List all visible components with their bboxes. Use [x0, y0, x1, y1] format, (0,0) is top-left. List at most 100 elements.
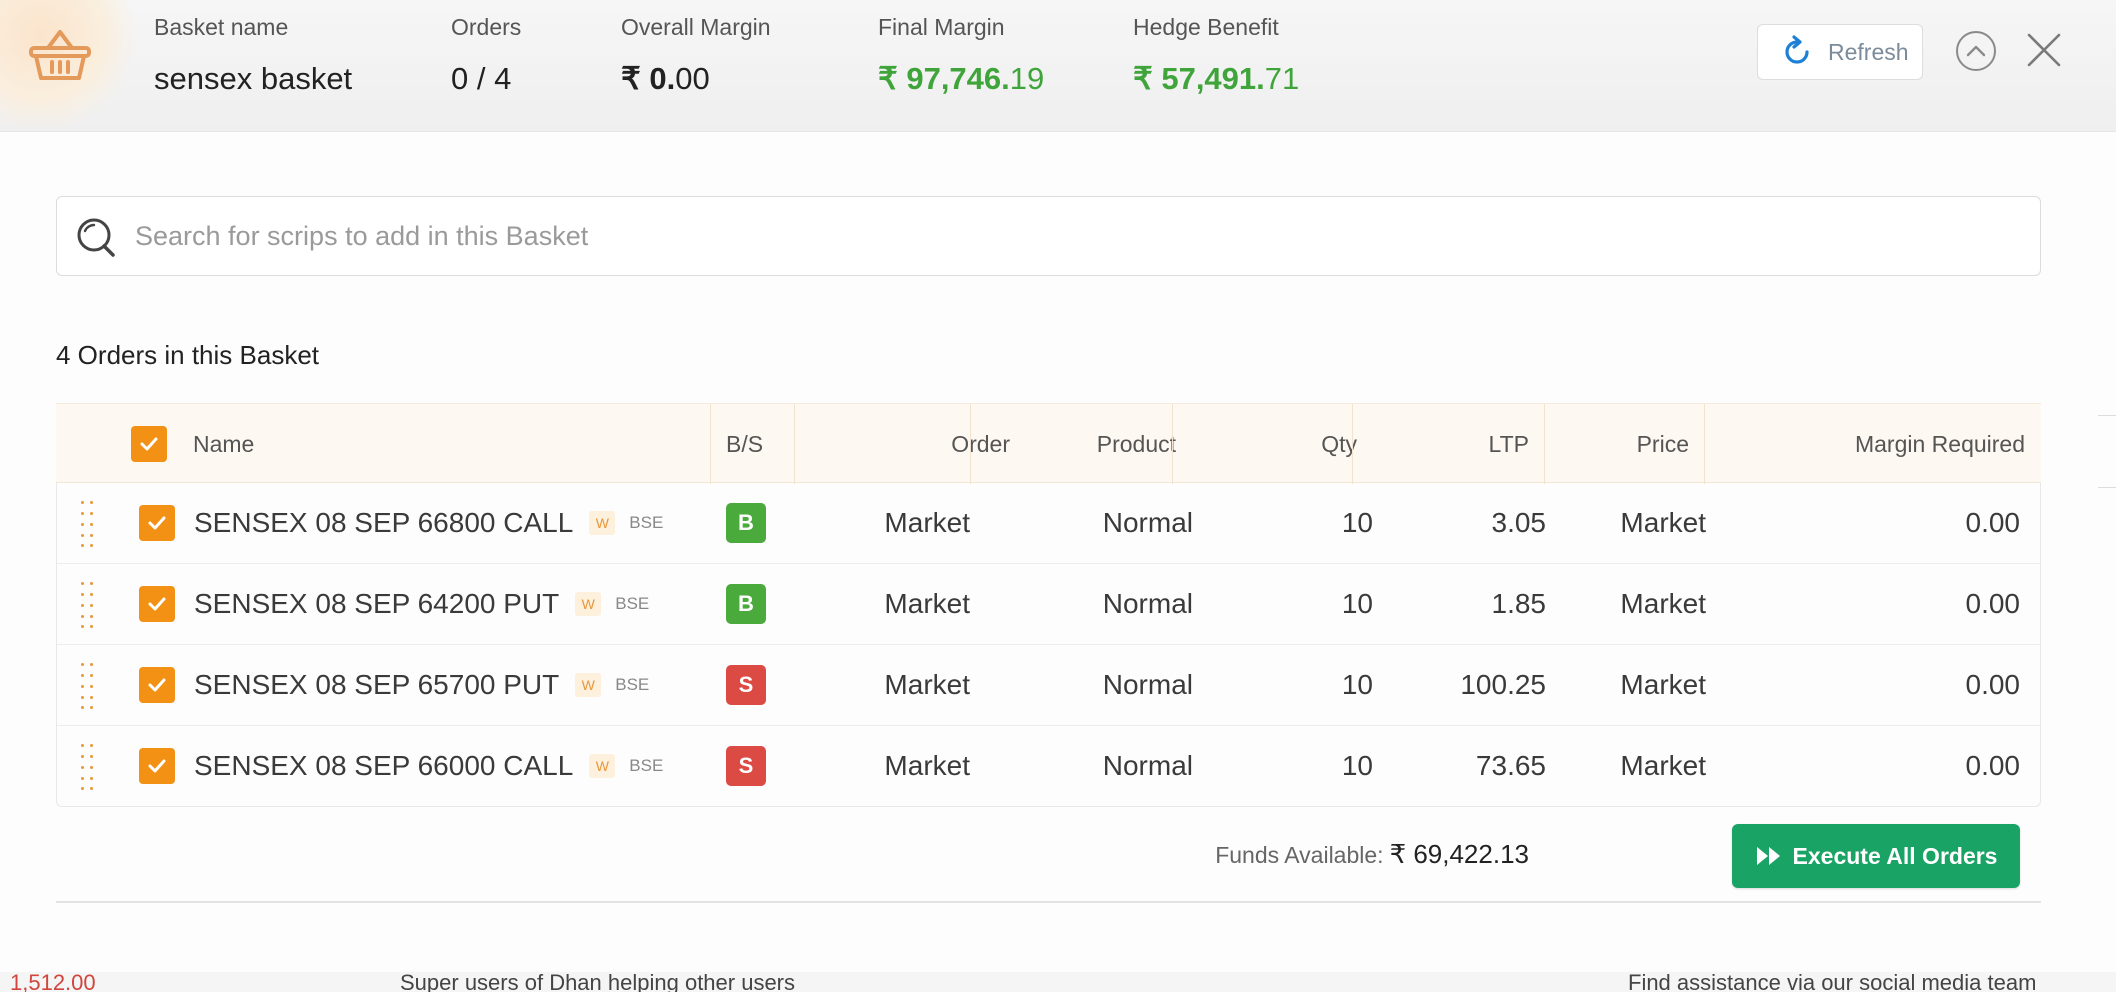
exchange-tag: BSE: [629, 756, 664, 775]
scrip-search-bar: [56, 196, 2041, 276]
execute-label: Execute All Orders: [1792, 842, 1998, 869]
search-icon: [77, 218, 115, 257]
overall-margin-value: ₹ 0.00: [621, 61, 771, 97]
buy-badge: B: [726, 584, 766, 624]
check-icon: [148, 516, 166, 530]
overall-margin-int: ₹ 0.: [621, 61, 676, 96]
bs-cell: S: [726, 645, 766, 725]
qty-cell[interactable]: 10: [1177, 726, 1373, 806]
header-bs: B/S: [726, 430, 764, 457]
row-checkbox[interactable]: [139, 483, 175, 563]
background-divider: [2098, 487, 2116, 488]
price-cell[interactable]: Market: [1547, 483, 1706, 563]
final-margin-label: Final Margin: [878, 14, 1005, 40]
refresh-label: Refresh: [1828, 38, 1909, 65]
header-ltp: LTP: [1488, 430, 1529, 457]
ltp-cell: 73.65: [1475, 750, 1546, 781]
margin-cell: 0.00: [1965, 588, 2021, 619]
column-divider: [1172, 404, 1173, 484]
buy-badge: B: [726, 503, 766, 543]
row-checkbox[interactable]: [139, 564, 175, 644]
column-divider: [970, 404, 971, 484]
funds-label: Funds Available:: [1215, 842, 1384, 868]
background-divider: [2098, 415, 2116, 416]
product-cell[interactable]: Normal: [977, 645, 1193, 725]
sell-badge: S: [726, 665, 766, 705]
basket-icon: [29, 30, 91, 80]
bs-cell: S: [726, 726, 766, 806]
order-type-cell[interactable]: Market: [797, 726, 970, 806]
price-cell[interactable]: Market: [1547, 645, 1706, 725]
checkbox: [131, 426, 167, 462]
sell-badge: S: [726, 746, 766, 786]
table-header: Name B/S Order Product Qty LTP Price Mar…: [56, 403, 2041, 484]
overall-margin-label: Overall Margin: [621, 14, 771, 40]
weekly-tag: W: [575, 673, 602, 697]
table-row: SENSEX 08 SEP 66800 CALL W BSE B Market …: [57, 483, 2040, 564]
scrip-name-cell: SENSEX 08 SEP 65700 PUT W BSE: [194, 645, 649, 725]
row-checkbox[interactable]: [139, 726, 175, 806]
bs-cell: B: [726, 564, 766, 644]
exchange-tag: BSE: [615, 675, 650, 694]
product-cell[interactable]: Normal: [977, 483, 1193, 563]
hedge-benefit-value: ₹ 57,491.71: [1133, 61, 1299, 97]
drag-handle-icon[interactable]: [81, 744, 95, 790]
basket-name-stat: Basket name sensex basket: [154, 14, 352, 97]
order-type-cell[interactable]: Market: [797, 564, 970, 644]
qty-cell[interactable]: 10: [1177, 564, 1373, 644]
background-community-text: Super users of Dhan helping other users: [400, 972, 796, 992]
order-type-cell[interactable]: Market: [797, 483, 970, 563]
ltp-cell: 3.05: [1491, 507, 1547, 538]
order-type-cell[interactable]: Market: [797, 645, 970, 725]
close-icon[interactable]: [2026, 32, 2062, 68]
background-assistance-text: Find assistance via our social media tea…: [1628, 972, 2037, 992]
hedge-benefit-label: Hedge Benefit: [1133, 14, 1279, 40]
weekly-tag: W: [589, 754, 616, 778]
table-row: SENSEX 08 SEP 64200 PUT W BSE B Market N…: [57, 564, 2040, 645]
row-checkbox[interactable]: [139, 645, 175, 725]
background-page-strip: 1,512.00 Super users of Dhan helping oth…: [0, 972, 2116, 992]
collapse-up-icon[interactable]: [1955, 30, 1997, 72]
hedge-benefit-stat: Hedge Benefit ₹ 57,491.71: [1133, 14, 1299, 97]
search-input[interactable]: [135, 220, 1985, 252]
ltp-cell: 1.85: [1491, 588, 1547, 619]
ltp-cell: 100.25: [1460, 669, 1546, 700]
column-divider: [794, 404, 795, 484]
select-all-checkbox[interactable]: [131, 404, 167, 484]
hedge-benefit-int: ₹ 57,491.: [1133, 61, 1265, 96]
scrip-name: SENSEX 08 SEP 65700 PUT: [194, 669, 560, 700]
margin-cell: 0.00: [1965, 507, 2021, 538]
funds-available: Funds Available: ₹ 69,422.13: [1215, 839, 1529, 870]
final-margin-stat: Final Margin ₹ 97,746.19: [878, 14, 1044, 97]
execute-all-orders-button[interactable]: Execute All Orders: [1732, 824, 2020, 888]
header-name: Name: [193, 430, 255, 457]
product-cell[interactable]: Normal: [977, 726, 1193, 806]
price-cell[interactable]: Market: [1547, 564, 1706, 644]
weekly-tag: W: [589, 511, 616, 535]
scrip-name: SENSEX 08 SEP 66800 CALL: [194, 507, 574, 538]
scrip-name-cell: SENSEX 08 SEP 66000 CALL W BSE: [194, 726, 663, 806]
exchange-tag: BSE: [615, 594, 650, 613]
qty-cell[interactable]: 10: [1177, 483, 1373, 563]
orders-count-title: 4 Orders in this Basket: [56, 340, 319, 370]
margin-cell: 0.00: [1965, 750, 2021, 781]
hedge-benefit-dec: 71: [1264, 61, 1300, 96]
drag-handle-icon[interactable]: [81, 663, 95, 709]
scrip-name: SENSEX 08 SEP 66000 CALL: [194, 750, 574, 781]
funds-value: ₹ 69,422.13: [1389, 839, 1529, 869]
overall-margin-dec: 00: [675, 61, 710, 96]
check-icon: [148, 597, 166, 611]
drag-handle-icon[interactable]: [81, 501, 95, 547]
weekly-tag: W: [575, 592, 602, 616]
product-cell[interactable]: Normal: [977, 564, 1193, 644]
column-divider: [1352, 404, 1353, 484]
overall-margin-stat: Overall Margin ₹ 0.00: [621, 14, 771, 97]
drag-handle-icon[interactable]: [81, 582, 95, 628]
qty-cell[interactable]: 10: [1177, 645, 1373, 725]
refresh-button[interactable]: Refresh: [1757, 24, 1923, 80]
scrip-name: SENSEX 08 SEP 64200 PUT: [194, 588, 560, 619]
orders-value: 0 / 4: [451, 61, 512, 96]
column-divider: [1704, 404, 1705, 484]
price-cell[interactable]: Market: [1547, 726, 1706, 806]
basket-header: Basket name sensex basket Orders 0 / 4 O…: [0, 0, 2116, 132]
